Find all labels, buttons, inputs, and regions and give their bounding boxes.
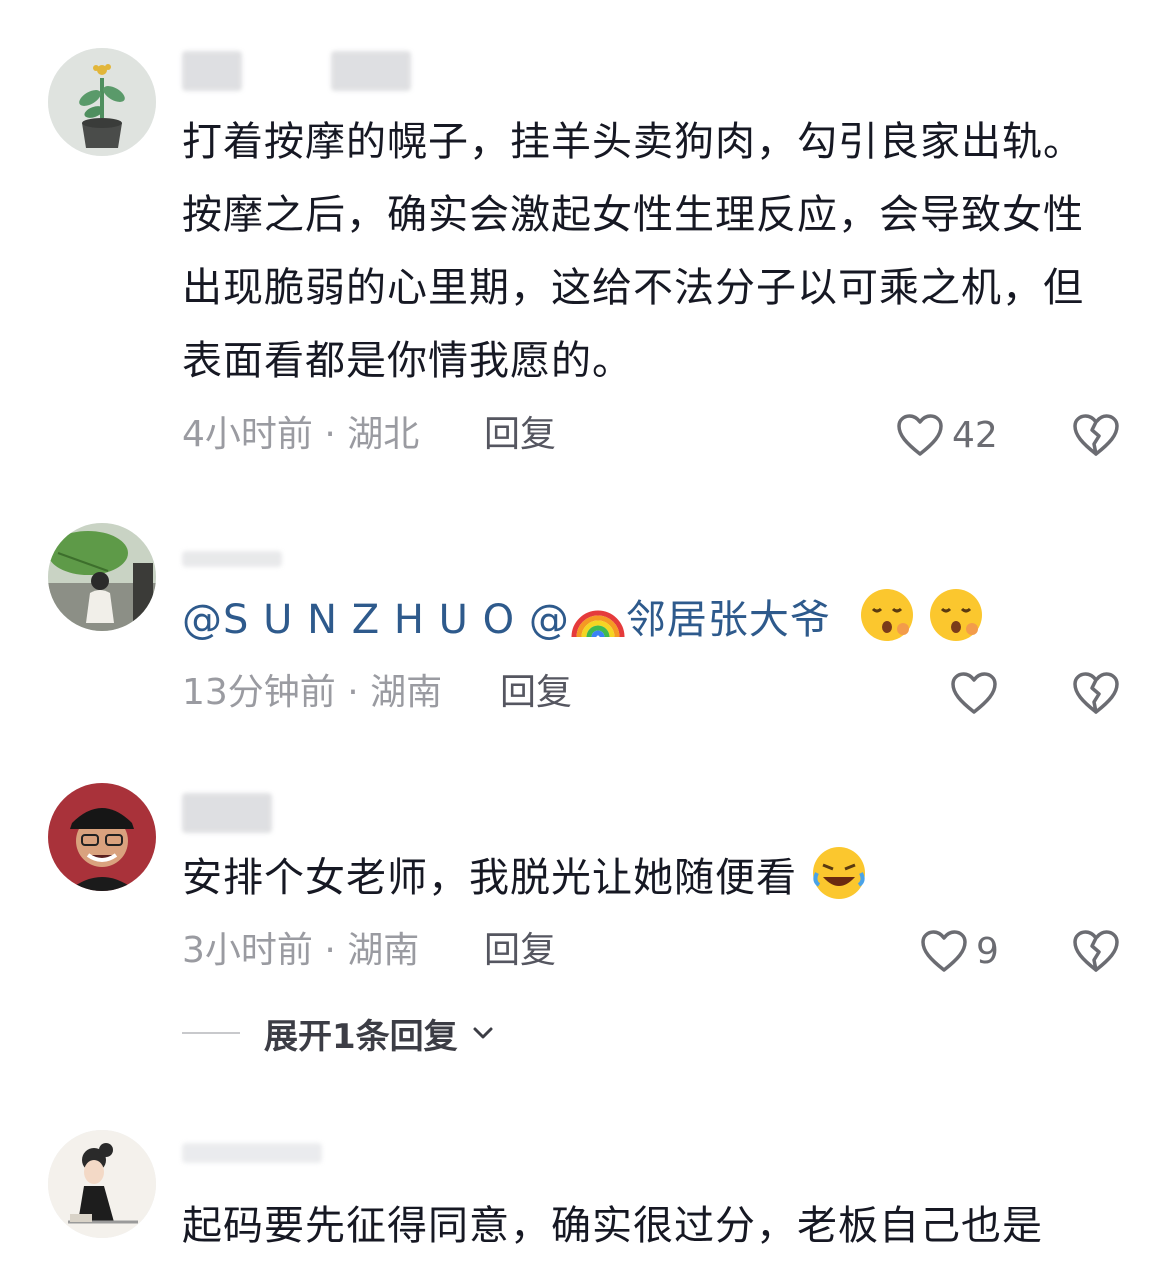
- comment-text: 起码要先征得同意，确实很过分，老板自己也是: [182, 1203, 1043, 1249]
- expand-replies-button[interactable]: 展开1条回复: [182, 1008, 496, 1058]
- comment-meta: 3小时前 · 湖南: [182, 930, 420, 971]
- mention-link[interactable]: 邻居张大爷: [626, 597, 831, 643]
- username[interactable]: [182, 1130, 322, 1174]
- sleepy-face-icon: [928, 587, 984, 643]
- broken-heart-icon: [1073, 414, 1119, 456]
- heart-icon: [921, 930, 967, 972]
- user-avatar[interactable]: [48, 48, 156, 156]
- reply-button[interactable]: 回复: [484, 410, 556, 460]
- comment-text: 安排个女老师，我脱光让她随便看: [182, 842, 1112, 915]
- divider: [182, 1032, 240, 1034]
- heart-icon: [951, 672, 997, 714]
- user-avatar[interactable]: [48, 783, 156, 891]
- user-avatar[interactable]: [48, 523, 156, 631]
- sleepy-face-icon: [859, 587, 915, 643]
- like-button[interactable]: 9: [920, 926, 999, 976]
- broken-heart-icon: [1073, 672, 1119, 714]
- reply-button[interactable]: 回复: [484, 926, 556, 976]
- comment-meta: 4小时前 · 湖北: [182, 414, 420, 455]
- heart-icon: [897, 414, 943, 456]
- reply-button[interactable]: 回复: [500, 668, 572, 718]
- user-avatar[interactable]: [48, 1130, 156, 1238]
- like-button[interactable]: 42: [896, 410, 998, 460]
- rainbow-icon: [570, 587, 626, 643]
- username[interactable]: [182, 790, 272, 834]
- comment-meta: 13分钟前 · 湖南: [182, 672, 443, 713]
- like-count: 9: [976, 930, 999, 972]
- dislike-button[interactable]: [1072, 926, 1120, 976]
- broken-heart-icon: [1073, 930, 1119, 972]
- comment-text: 打着按摩的幌子，挂羊头卖狗肉，勾引良家出轨。按摩之后，确实会激起女性生理反应，会…: [182, 119, 1084, 384]
- like-button[interactable]: [950, 668, 1006, 718]
- expand-replies-label: 展开1条回复: [264, 1016, 458, 1057]
- like-count: 42: [952, 414, 998, 456]
- username[interactable]: [182, 536, 282, 580]
- username[interactable]: [182, 48, 411, 92]
- dislike-button[interactable]: [1072, 668, 1120, 718]
- mention-link[interactable]: @S U N Z H U O @: [182, 597, 570, 643]
- comment-text: @S U N Z H U O @ 邻居张大爷: [182, 584, 1112, 657]
- dislike-button[interactable]: [1072, 410, 1120, 460]
- chevron-down-icon: [473, 1027, 493, 1039]
- laughing-face-icon: [811, 845, 867, 901]
